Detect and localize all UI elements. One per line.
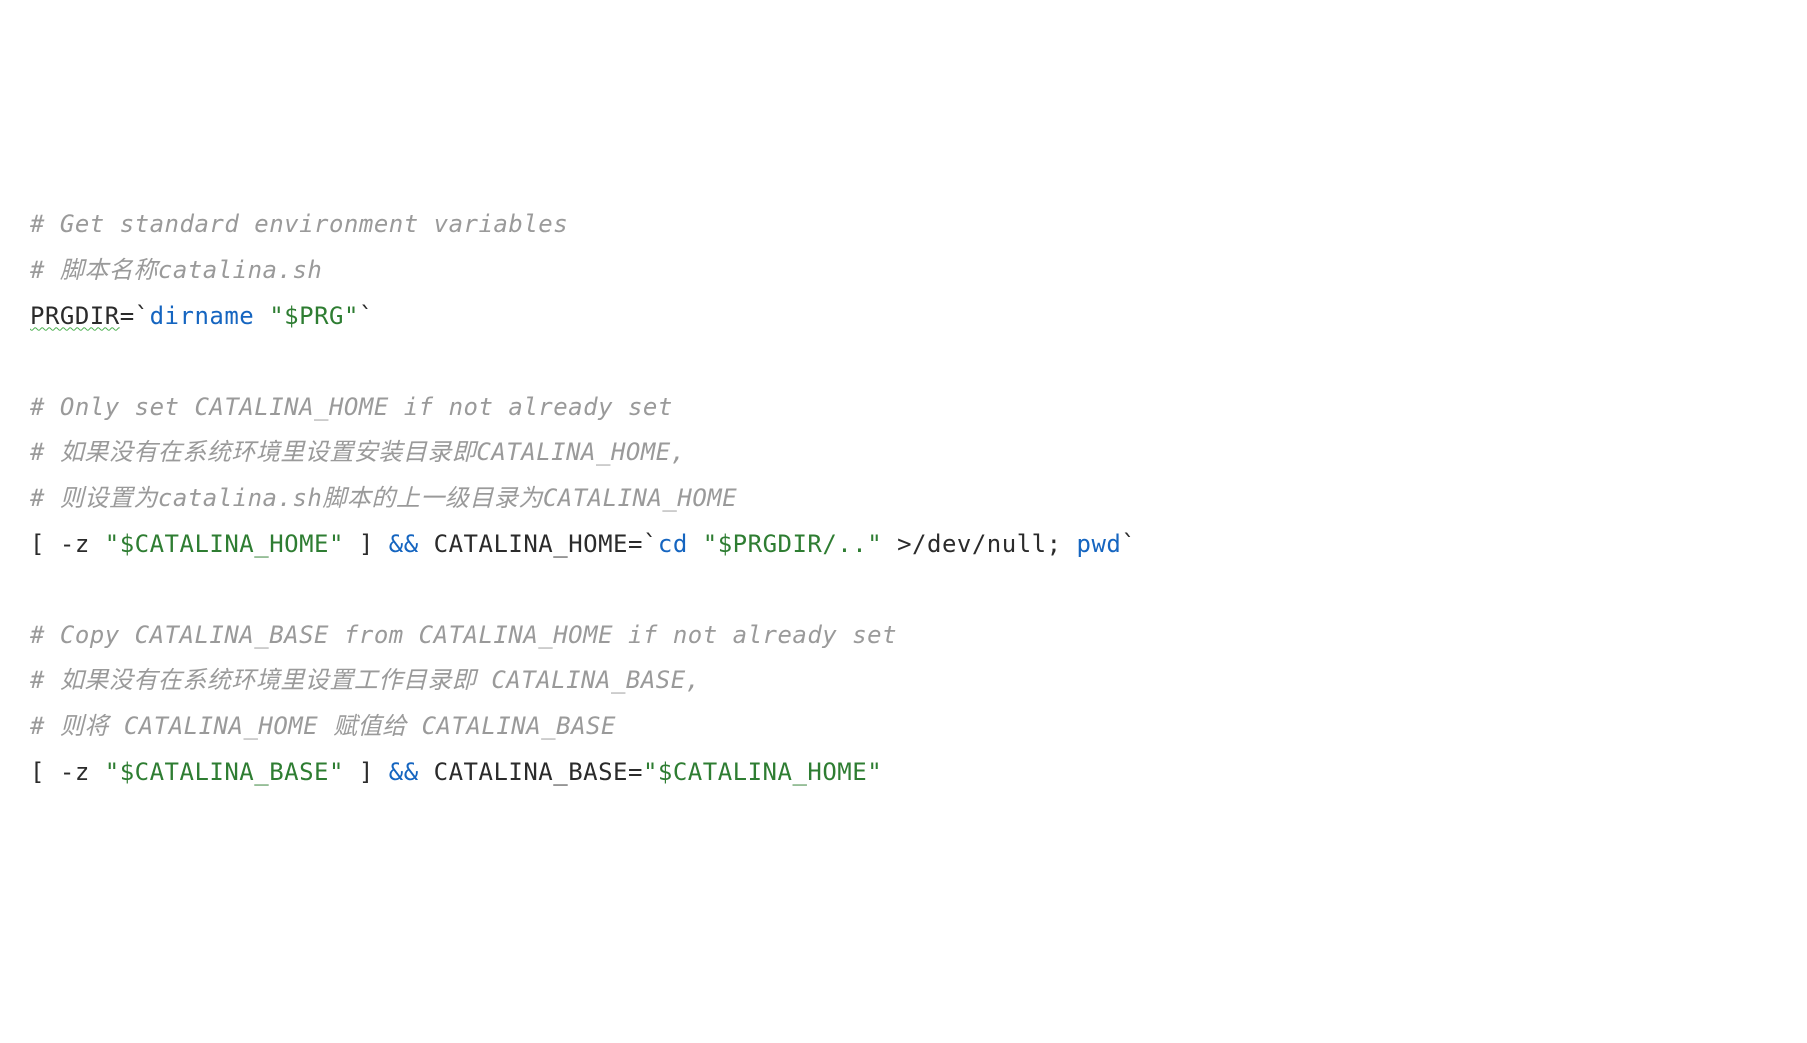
code-line: # Copy CATALINA_BASE from CATALINA_HOME … xyxy=(30,613,1777,659)
code-line: # 如果没有在系统环境里设置工作目录即 CATALINA_BASE, xyxy=(30,658,1777,704)
code-line: # 脚本名称catalina.sh xyxy=(30,248,1777,294)
backtick: ` xyxy=(643,530,658,558)
code-line: [ -z "$CATALINA_HOME" ] && CATALINA_HOME… xyxy=(30,522,1777,568)
comment-text: # Only set CATALINA_HOME if not already … xyxy=(30,393,673,421)
test-bracket: [ -z xyxy=(30,758,105,786)
code-block: # Get standard environment variables # 脚本… xyxy=(30,202,1777,795)
blank-line xyxy=(30,339,1777,385)
comment-text: # 如果没有在系统环境里设置工作目录即 CATALINA_BASE, xyxy=(30,666,701,694)
code-line: # Get standard environment variables xyxy=(30,202,1777,248)
code-line: PRGDIR=`dirname "$PRG"` xyxy=(30,294,1777,340)
comment-text: # Get standard environment variables xyxy=(30,210,568,238)
backtick: ` xyxy=(1121,530,1136,558)
command: pwd xyxy=(1077,530,1122,558)
test-bracket: ] xyxy=(344,758,389,786)
comment-text: # 如果没有在系统环境里设置安装目录即CATALINA_HOME, xyxy=(30,438,686,466)
backtick: ` xyxy=(359,302,374,330)
code-line: # 如果没有在系统环境里设置安装目录即CATALINA_HOME, xyxy=(30,430,1777,476)
string: "$CATALINA_HOME" xyxy=(105,530,344,558)
string: "$PRGDIR/.." xyxy=(703,530,882,558)
string: "$CATALINA_HOME" xyxy=(643,758,882,786)
command: cd xyxy=(658,530,688,558)
code-line: # Only set CATALINA_HOME if not already … xyxy=(30,385,1777,431)
string: "$CATALINA_BASE" xyxy=(105,758,344,786)
space xyxy=(688,530,703,558)
variable-name: PRGDIR xyxy=(30,302,120,330)
test-bracket: ] xyxy=(344,530,389,558)
string: "$PRG" xyxy=(269,302,359,330)
code-line: [ -z "$CATALINA_BASE" ] && CATALINA_BASE… xyxy=(30,750,1777,796)
assignment: CATALINA_BASE= xyxy=(419,758,643,786)
blank-line xyxy=(30,567,1777,613)
space xyxy=(254,302,269,330)
operator-and: && xyxy=(389,758,419,786)
backtick: ` xyxy=(135,302,150,330)
operator-and: && xyxy=(389,530,419,558)
comment-text: # 脚本名称catalina.sh xyxy=(30,256,322,284)
code-line: # 则设置为catalina.sh脚本的上一级目录为CATALINA_HOME xyxy=(30,476,1777,522)
redirect: >/dev/null; xyxy=(882,530,1076,558)
comment-text: # Copy CATALINA_BASE from CATALINA_HOME … xyxy=(30,621,897,649)
assignment: CATALINA_HOME= xyxy=(419,530,643,558)
comment-text: # 则将 CATALINA_HOME 赋值给 CATALINA_BASE xyxy=(30,712,616,740)
comment-text: # 则设置为catalina.sh脚本的上一级目录为CATALINA_HOME xyxy=(30,484,737,512)
command: dirname xyxy=(150,302,255,330)
test-bracket: [ -z xyxy=(30,530,105,558)
equals: = xyxy=(120,302,135,330)
code-line: # 则将 CATALINA_HOME 赋值给 CATALINA_BASE xyxy=(30,704,1777,750)
